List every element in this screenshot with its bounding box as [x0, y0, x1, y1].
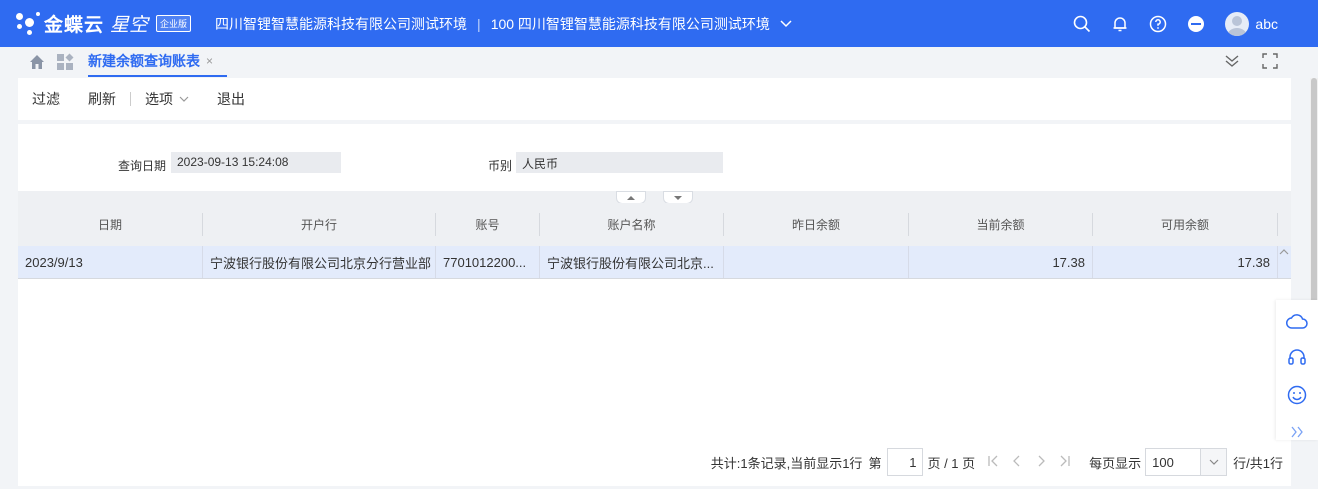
org-code-name: 100 四川智锂智慧能源科技有限公司测试环境	[490, 15, 770, 32]
cell-bank[interactable]: 宁波银行股份有限公司北京分行营业部	[203, 246, 436, 278]
page-size-select[interactable]: 100	[1145, 448, 1228, 476]
grid-scroll-up-icon[interactable]	[1279, 244, 1289, 255]
filter-button[interactable]: 过滤	[18, 89, 74, 109]
balance-grid: 日期 开户行 账号 账户名称 昨日余额 当前余额 可用余额 2023/9/13 …	[18, 203, 1291, 279]
cell-account-name[interactable]: 宁波银行股份有限公司北京...	[540, 246, 724, 278]
chevron-down-icon[interactable]	[780, 17, 792, 31]
cell-available-balance[interactable]: 17.38	[1093, 246, 1278, 278]
cell-account-no[interactable]: 7701012200...	[436, 246, 540, 278]
page-size-label: 每页显示	[1089, 455, 1142, 471]
home-icon[interactable]	[28, 53, 46, 71]
exit-button[interactable]: 退出	[203, 89, 259, 109]
double-chevron-right-icon[interactable]	[1285, 423, 1309, 440]
avatar	[1225, 11, 1250, 36]
table-row[interactable]: 2023/9/13 宁波银行股份有限公司北京分行营业部 7701012200..…	[18, 246, 1291, 279]
options-label: 选项	[145, 91, 173, 107]
double-chevron-down-icon[interactable]	[1224, 53, 1240, 72]
chevron-down-icon	[179, 94, 189, 105]
cell-date[interactable]: 2023/9/13	[18, 246, 203, 278]
currency-label: 币别	[488, 159, 513, 173]
side-tools	[1276, 300, 1318, 440]
query-date-label: 查询日期	[118, 159, 167, 173]
refresh-button[interactable]: 刷新	[74, 89, 130, 109]
top-bar: 金蝶云 星空 企业版 四川智锂智慧能源科技有限公司测试环境 | 100 四川智锂…	[0, 0, 1318, 47]
col-account-no[interactable]: 账号	[436, 213, 540, 236]
tab-bar: 新建余额查询账表 ×	[0, 47, 1318, 77]
toolbar: 过滤 刷新 选项 退出	[18, 78, 1291, 120]
grid-header: 日期 开户行 账号 账户名称 昨日余额 当前余额 可用余额	[18, 203, 1291, 246]
first-page-icon[interactable]	[987, 454, 999, 470]
help-icon[interactable]	[1149, 15, 1167, 33]
page-total: 页 / 1 页	[927, 455, 976, 471]
logo-text: 金蝶云	[44, 15, 105, 36]
col-date[interactable]: 日期	[18, 213, 203, 236]
top-actions: abc	[1073, 0, 1278, 47]
prev-page-icon[interactable]	[1011, 454, 1023, 470]
tab-bar-actions	[1224, 53, 1278, 72]
smiley-icon[interactable]	[1285, 385, 1309, 405]
logo[interactable]: 金蝶云 星空 企业版	[14, 9, 192, 39]
filter-area: 查询日期 2023-09-13 15:24:08 币别 人民币	[18, 124, 1291, 191]
apps-grid-icon[interactable]	[56, 53, 74, 71]
options-menu[interactable]: 选项	[131, 89, 203, 109]
tab-label: 新建余额查询账表	[88, 53, 200, 69]
col-current-balance[interactable]: 当前余额	[909, 213, 1093, 236]
col-bank[interactable]: 开户行	[203, 213, 436, 236]
fullscreen-icon[interactable]	[1262, 53, 1278, 72]
logo-sub: 星空	[110, 15, 149, 36]
record-summary: 共计:1条记录,当前显示1行	[710, 455, 863, 471]
cloud-icon[interactable]	[1285, 312, 1309, 329]
page-number-input[interactable]: 1	[887, 448, 924, 476]
org-divider: |	[477, 15, 481, 32]
headset-icon[interactable]	[1285, 347, 1309, 367]
last-page-icon[interactable]	[1059, 454, 1071, 470]
currency-field[interactable]: 人民币	[516, 152, 723, 173]
page-prefix: 第	[868, 455, 882, 471]
next-page-icon[interactable]	[1035, 454, 1047, 470]
chevron-down-icon[interactable]	[1200, 449, 1227, 475]
query-date-field[interactable]: 2023-09-13 15:24:08	[171, 152, 341, 173]
pagination: 共计:1条记录,当前显示1行 第 1 页 / 1 页 每页显示 100 行/共1…	[18, 444, 1291, 480]
org-name: 四川智锂智慧能源科技有限公司测试环境	[215, 15, 468, 32]
col-prev-balance[interactable]: 昨日余额	[724, 213, 909, 236]
search-icon[interactable]	[1073, 15, 1091, 33]
logo-mark	[14, 9, 42, 39]
username: abc	[1255, 15, 1278, 32]
more-icon[interactable]	[1187, 15, 1205, 33]
edition-badge: 企业版	[156, 15, 192, 32]
col-account-name[interactable]: 账户名称	[540, 213, 724, 236]
col-available-balance[interactable]: 可用余额	[1093, 213, 1278, 236]
cell-prev-balance[interactable]	[724, 246, 909, 278]
row-total: 行/共1行	[1233, 455, 1283, 471]
bell-icon[interactable]	[1111, 15, 1129, 33]
tab-balance-query[interactable]: 新建余额查询账表 ×	[88, 47, 228, 77]
org-selector[interactable]: 四川智锂智慧能源科技有限公司测试环境 | 100 四川智锂智慧能源科技有限公司测…	[215, 14, 792, 34]
close-icon[interactable]: ×	[206, 54, 213, 68]
page-size-value: 100	[1152, 454, 1174, 470]
collapse-bar	[18, 191, 1291, 204]
user-menu[interactable]: abc	[1225, 11, 1278, 36]
report-panel: 查询日期 2023-09-13 15:24:08 币别 人民币 日期 开户行 账…	[18, 124, 1291, 486]
cell-current-balance[interactable]: 17.38	[909, 246, 1093, 278]
